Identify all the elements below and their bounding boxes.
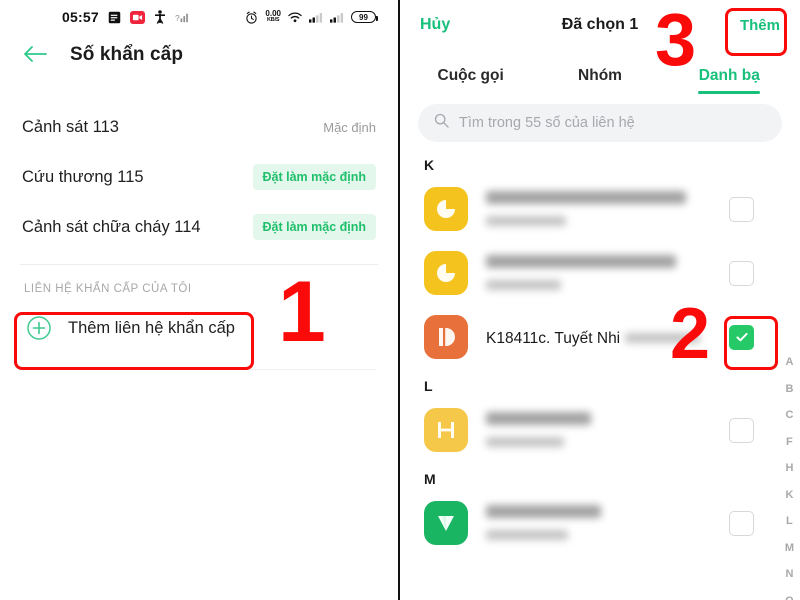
signal-bars-icon-2: [330, 12, 344, 23]
search-area: Tìm trong 55 số của liên hệ: [400, 94, 800, 148]
alpha-section-header: M: [424, 471, 436, 487]
tab-bar: Cuộc gọi Nhóm Danh bạ: [400, 50, 800, 94]
notes-icon: [108, 11, 121, 24]
app-bar: Số khẩn cấp: [0, 34, 398, 80]
page-title: Số khẩn cấp: [70, 44, 184, 65]
contact-number: [486, 215, 566, 226]
set-default-button[interactable]: Đặt làm mặc định: [252, 164, 376, 190]
right-phone-screen: Hủy Đã chọn 1 Thêm Cuộc gọi Nhóm Danh bạ…: [400, 0, 800, 600]
contact-info: [468, 409, 729, 452]
avatar: [424, 501, 468, 545]
net-speed-unit: KB/S: [267, 17, 280, 24]
battery-icon: 99: [351, 11, 378, 23]
alpha-index-letter[interactable]: H: [785, 462, 793, 474]
contact-number: [486, 279, 561, 290]
contact-name: K18411c. Tuyết Nhi: [486, 329, 621, 347]
signal-question-icon: ?: [175, 11, 189, 24]
section-caption-my-emergency-contacts: LIÊN HỆ KHẨN CẤP CỦA TÔI: [24, 283, 192, 295]
alpha-index-letter[interactable]: Q: [785, 595, 794, 600]
contact-name: [486, 254, 676, 268]
avatar: [424, 315, 468, 359]
contact-checkbox[interactable]: [729, 196, 754, 222]
avatar: [424, 251, 468, 295]
back-arrow-icon[interactable]: [22, 44, 48, 66]
contact-info: [468, 188, 729, 231]
status-bar-right: 0.00 KB/S 99: [245, 10, 384, 24]
contact-number: [486, 529, 568, 540]
emergency-row-ambulance[interactable]: Cứu thương 115 Đặt làm mặc định: [0, 152, 398, 202]
alpha-index-letter[interactable]: L: [786, 515, 793, 527]
alpha-index-letter[interactable]: N: [785, 568, 793, 580]
search-icon: [434, 113, 449, 133]
alpha-index-letter[interactable]: C: [785, 409, 793, 421]
alpha-index-letter[interactable]: F: [786, 436, 793, 448]
contact-checkbox[interactable]: [729, 417, 754, 443]
annotation-box-step2: [724, 316, 778, 370]
contact-list-item[interactable]: [400, 398, 800, 462]
emergency-name: Cảnh sát 113: [22, 117, 119, 136]
contact-list-item[interactable]: [400, 177, 800, 241]
annotation-number-1: 1: [278, 264, 326, 360]
contact-name: [486, 504, 601, 518]
emergency-name: Cảnh sát chữa cháy 114: [22, 217, 201, 236]
contact-list-item[interactable]: [400, 491, 800, 555]
search-input[interactable]: Tìm trong 55 số của liên hệ: [418, 104, 782, 142]
network-speed-icon: 0.00 KB/S: [265, 10, 281, 24]
cancel-button[interactable]: Hủy: [420, 16, 450, 34]
contact-name: [486, 411, 591, 425]
default-label: Mặc định: [323, 119, 376, 135]
avatar: [424, 408, 468, 452]
emergency-row-police[interactable]: Cảnh sát 113 Mặc định: [0, 102, 398, 152]
contact-list-item[interactable]: [400, 241, 800, 305]
contact-name: [486, 190, 686, 204]
search-placeholder: Tìm trong 55 số của liên hệ: [459, 115, 635, 131]
left-phone-screen: 05:57 ? 0.00 KB/S 99 Số khẩn cấp Cảnh sá…: [0, 0, 400, 600]
tab-cuoc-goi[interactable]: Cuộc gọi: [406, 67, 535, 94]
contact-checkbox[interactable]: [729, 260, 754, 286]
alpha-index-letter[interactable]: A: [785, 356, 793, 368]
alarm-icon: [245, 11, 258, 24]
record-badge-icon: [129, 10, 145, 24]
annotation-box-step1: [14, 312, 254, 370]
contact-info: [468, 502, 729, 545]
alpha-index-letter[interactable]: B: [785, 383, 793, 395]
selected-count-title: Đã chọn 1: [561, 16, 639, 33]
alpha-index-letter[interactable]: M: [785, 542, 794, 554]
annotation-number-2: 2: [670, 294, 711, 374]
annotation-number-3: 3: [655, 0, 697, 81]
alpha-section-header: K: [424, 157, 435, 173]
contact-checkbox[interactable]: [729, 510, 754, 536]
wifi-icon: [288, 11, 302, 23]
svg-text:?: ?: [175, 12, 180, 22]
alphabet-index-scrubber[interactable]: A B C F H K L M N Q R S T: [785, 356, 794, 600]
emergency-row-fire[interactable]: Cảnh sát chữa cháy 114 Đặt làm mặc định: [0, 202, 398, 252]
set-default-button[interactable]: Đặt làm mặc định: [252, 214, 376, 240]
alpha-section-header: L: [424, 378, 433, 394]
tab-nhom[interactable]: Nhóm: [535, 67, 664, 94]
avatar: [424, 187, 468, 231]
status-bar-left: 05:57 ?: [14, 9, 245, 25]
contact-number: [486, 436, 564, 447]
status-time: 05:57: [62, 9, 99, 25]
alpha-index-letter[interactable]: K: [785, 489, 793, 501]
contact-info: [468, 252, 729, 295]
annotation-box-step3: [725, 8, 787, 56]
signal-bars-icon: [309, 12, 323, 23]
emergency-name: Cứu thương 115: [22, 167, 144, 186]
accessibility-icon: [154, 10, 166, 24]
screenshot-root: 05:57 ? 0.00 KB/S 99 Số khẩn cấp Cảnh sá…: [0, 0, 800, 600]
status-bar: 05:57 ? 0.00 KB/S 99: [0, 0, 398, 34]
